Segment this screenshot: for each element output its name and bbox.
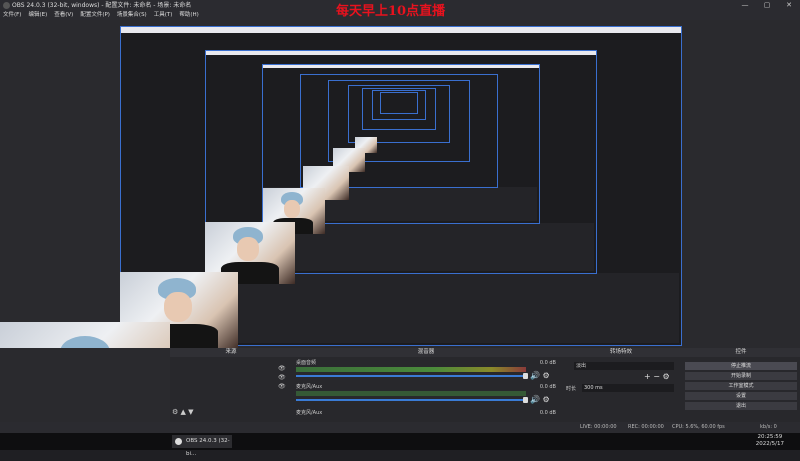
taskbar: OBS 24.0.3 (32-bi... 20:25:59 2022/5/17 bbox=[0, 433, 800, 457]
maximize-icon[interactable]: ▢ bbox=[756, 0, 778, 11]
cpu-fps: CPU: 5.6%, 60.00 fps bbox=[672, 424, 725, 430]
move-up-icon[interactable]: ▲ bbox=[181, 408, 186, 416]
preview-canvas[interactable] bbox=[0, 20, 800, 348]
speaker-icon[interactable]: 🔊 bbox=[530, 395, 540, 404]
channel-name: 麦克风/Aux bbox=[296, 410, 323, 416]
mixer-channel-icons: 🔊 ⚙ bbox=[530, 371, 550, 380]
add-icon[interactable]: + bbox=[644, 372, 651, 381]
start-recording-button[interactable]: 开始录制 bbox=[685, 372, 797, 380]
speaker-icon[interactable]: 🔊 bbox=[530, 371, 540, 380]
transition-add-remove: + − ⚙ bbox=[644, 372, 670, 381]
taskbar-obs-app[interactable]: OBS 24.0.3 (32-bi... bbox=[172, 435, 232, 457]
mixer-dock: 混音器 桌面音频 0.0 dB 🔊 ⚙ 麦克风/Aux 0.0 dB 🔊 ⚙ 麦… bbox=[292, 348, 561, 433]
status-bar: LIVE: 00:00:00 REC: 00:00:00 CPU: 5.6%, … bbox=[0, 422, 800, 433]
source-visibility-icons[interactable]: 👁 👁 👁 bbox=[278, 364, 286, 391]
live-time: LIVE: 00:00:00 bbox=[580, 424, 617, 430]
taskbar-clock[interactable]: 20:25:59 2022/5/17 bbox=[756, 434, 784, 448]
menu-tools[interactable]: 工具(T) bbox=[154, 11, 173, 20]
volume-meter bbox=[296, 367, 526, 372]
sources-header: 来源 bbox=[170, 348, 292, 357]
window-title: OBS 24.0.3 (32-bit, windows) - 配置文件: 未命名… bbox=[12, 2, 192, 9]
mixer-channel: 麦克风/Aux 0.0 dB bbox=[296, 410, 556, 422]
channel-db: 0.0 dB bbox=[539, 410, 556, 416]
controls-header: 控件 bbox=[682, 348, 800, 357]
minimize-icon[interactable]: — bbox=[734, 0, 756, 11]
duration-input[interactable]: 300 ms bbox=[582, 384, 674, 392]
stop-streaming-button[interactable]: 停止推流 bbox=[685, 362, 797, 370]
volume-meter bbox=[296, 391, 526, 396]
channel-name: 麦克风/Aux bbox=[296, 384, 323, 390]
menu-profile[interactable]: 配置文件(P) bbox=[80, 11, 110, 20]
dock-area: 来源 👁 👁 👁 ⚙ ▲ ▼ 混音器 桌面音频 0.0 dB 🔊 ⚙ 麦克风/Aux… bbox=[0, 348, 800, 433]
menu-edit[interactable]: 编辑(E) bbox=[28, 11, 47, 20]
studio-mode-button[interactable]: 工作室模式 bbox=[685, 382, 797, 390]
menu-file[interactable]: 文件(F) bbox=[3, 11, 21, 20]
menu-view[interactable]: 查看(V) bbox=[54, 11, 73, 20]
nested-obs-window bbox=[380, 92, 418, 114]
gear-icon[interactable]: ⚙ bbox=[663, 372, 670, 381]
obs-logo-icon bbox=[3, 2, 10, 9]
channel-db: 0.0 dB bbox=[539, 360, 556, 366]
clock-date: 2022/5/17 bbox=[755, 441, 784, 447]
exit-button[interactable]: 退出 bbox=[685, 402, 797, 410]
menu-help[interactable]: 帮助(H) bbox=[179, 11, 198, 20]
stream-banner: 每天早上10点直播 bbox=[336, 4, 446, 19]
window-controls: — ▢ ✕ bbox=[734, 0, 800, 11]
mixer-channel: 桌面音频 0.0 dB 🔊 ⚙ bbox=[296, 360, 556, 382]
close-icon[interactable]: ✕ bbox=[778, 0, 800, 11]
mixer-header: 混音器 bbox=[292, 348, 560, 357]
gear-icon[interactable]: ⚙ bbox=[543, 395, 550, 404]
settings-button[interactable]: 设置 bbox=[685, 392, 797, 400]
transitions-dock: 转场特效 淡出 + − ⚙ 时长 300 ms bbox=[560, 348, 683, 433]
sources-dock: 来源 👁 👁 👁 ⚙ ▲ ▼ bbox=[170, 348, 293, 433]
volume-slider[interactable] bbox=[296, 397, 528, 403]
transitions-header: 转场特效 bbox=[560, 348, 682, 357]
controls-dock: 控件 停止推流 开始录制 工作室模式 设置 退出 bbox=[682, 348, 800, 433]
menu-scene-collection[interactable]: 场景集合(S) bbox=[117, 11, 147, 20]
clock-time: 20:25:59 bbox=[757, 434, 783, 440]
channel-name: 桌面音频 bbox=[296, 360, 317, 366]
rec-time: REC: 00:00:00 bbox=[628, 424, 664, 430]
move-down-icon[interactable]: ▼ bbox=[188, 408, 193, 416]
channel-db: 0.0 dB bbox=[539, 384, 556, 390]
settings-icon[interactable]: ⚙ bbox=[172, 408, 178, 416]
obs-icon bbox=[175, 438, 182, 445]
gear-icon[interactable]: ⚙ bbox=[543, 371, 550, 380]
taskbar-app-label: OBS 24.0.3 (32-bi... bbox=[186, 438, 230, 457]
sources-toolbar: ⚙ ▲ ▼ bbox=[172, 408, 194, 416]
volume-slider[interactable] bbox=[296, 373, 528, 379]
transition-type-select[interactable]: 淡出 bbox=[574, 362, 674, 370]
mixer-channel-icons: 🔊 ⚙ bbox=[530, 395, 550, 404]
remove-icon[interactable]: − bbox=[653, 372, 660, 381]
duration-label: 时长 bbox=[566, 386, 577, 392]
mixer-channel: 麦克风/Aux 0.0 dB 🔊 ⚙ bbox=[296, 384, 556, 406]
bitrate: kb/s: 0 bbox=[760, 424, 777, 430]
